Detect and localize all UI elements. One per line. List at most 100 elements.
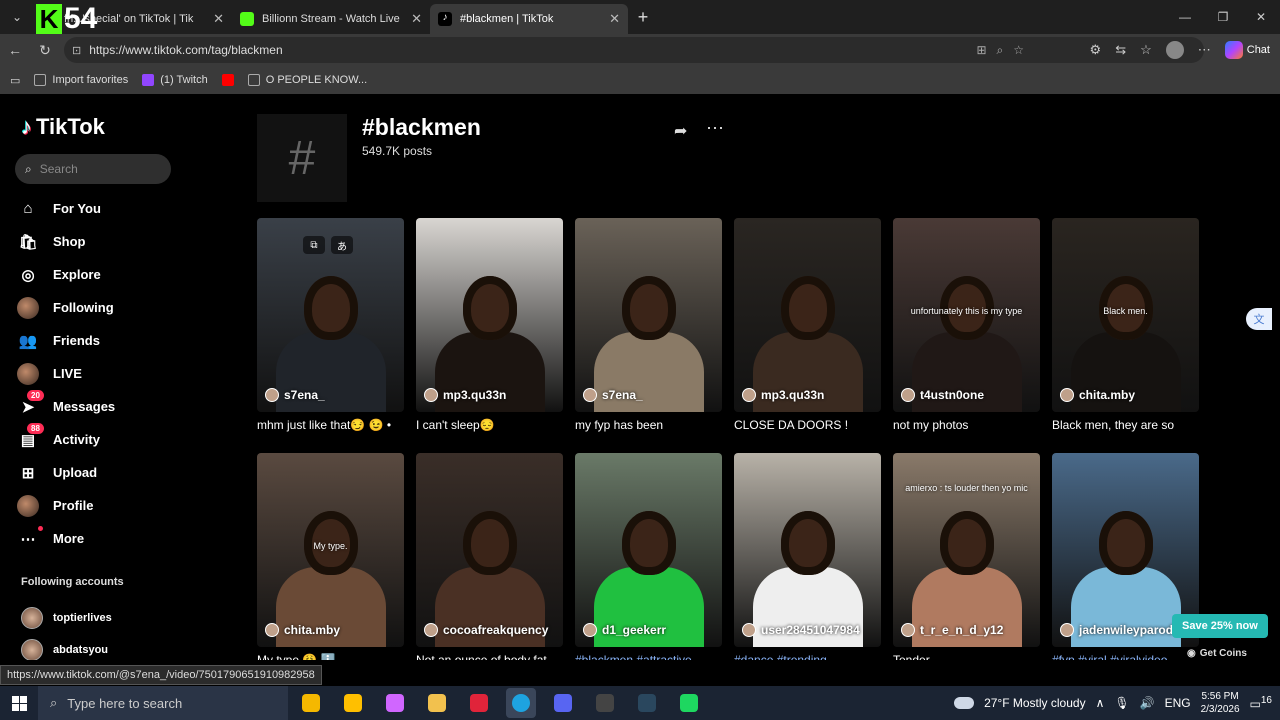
video-caption[interactable]: Black men, they are so <box>1052 418 1199 432</box>
weather-text[interactable]: 27°F Mostly cloudy <box>984 696 1086 710</box>
video-thumbnail[interactable]: ⧉ あ s7ena_ <box>257 218 404 412</box>
discord-app-icon[interactable] <box>548 688 578 718</box>
video-caption[interactable]: mhm just like that😏 😉 • <box>257 418 404 432</box>
video-thumbnail[interactable]: mp3.qu33n <box>416 218 563 412</box>
store-app-icon[interactable] <box>338 688 368 718</box>
sidebar-item-live[interactable]: LIVE <box>17 357 237 390</box>
video-card[interactable]: ⧉ あ s7ena_mhm just like that😏 😉 • <box>257 218 404 453</box>
minimize-icon[interactable]: — <box>1166 0 1204 34</box>
new-tab-button[interactable]: + <box>628 7 658 28</box>
explorer-app-icon[interactable] <box>422 688 452 718</box>
video-author[interactable]: t4ustn0one <box>901 388 984 402</box>
video-card[interactable]: mp3.qu33n CLOSE DA DOORS ! <box>734 218 881 453</box>
video-caption[interactable]: I can't sleep😔 <box>416 418 563 432</box>
sidebar-item-messages[interactable]: ➤ 20 Messages <box>17 389 237 423</box>
video-thumbnail[interactable]: cocoafreakquency <box>416 453 563 647</box>
favorites-icon[interactable]: ☆ <box>1140 42 1152 58</box>
profile-avatar[interactable] <box>1165 41 1184 59</box>
video-author[interactable]: mp3.qu33n <box>742 388 824 402</box>
video-caption[interactable]: #dance #trending <box>734 653 881 660</box>
translate-icon[interactable]: あ <box>331 236 353 254</box>
video-caption[interactable]: Not an ounce of body fat <box>416 653 563 660</box>
mic-icon[interactable]: 🎙 <box>1114 696 1129 710</box>
following-account[interactable]: toptierlives <box>21 602 112 634</box>
video-thumbnail[interactable]: Black men. chita.mby <box>1052 218 1199 412</box>
tiktok-logo[interactable]: ♪ TikTok <box>21 114 105 140</box>
url-field[interactable]: ⊡ https://www.tiktok.com/tag/blackmen ⊞ … <box>64 37 1204 63</box>
video-author[interactable]: jadenwileyparod <box>1060 623 1173 637</box>
sidebar-item-explore[interactable]: ◎ Explore <box>17 258 237 291</box>
video-caption[interactable]: Tender. <box>893 653 1040 660</box>
favorite-youtube[interactable] <box>221 74 234 86</box>
zoom-icon[interactable]: ⌕ <box>997 43 1004 58</box>
video-card[interactable]: cocoafreakquency Not an ounce of body fat <box>416 453 563 660</box>
video-author[interactable]: user28451047984 <box>742 623 860 637</box>
video-caption[interactable]: #blackmen #attractive <box>575 653 722 660</box>
browser-tab-3[interactable]: ♪ #blackmen | TikTok ✕ <box>430 4 628 34</box>
following-account[interactable]: abdatsyou <box>21 634 112 660</box>
save-25-button[interactable]: Save 25% now <box>1172 614 1268 638</box>
close-icon[interactable]: ✕ <box>609 11 620 27</box>
video-author[interactable]: t_r_e_n_d_y12 <box>901 623 1003 637</box>
maximize-icon[interactable]: ❐ <box>1204 0 1242 34</box>
video-card[interactable]: mp3.qu33n I can't sleep😔 <box>416 218 563 453</box>
language-indicator[interactable]: ENG <box>1165 696 1191 710</box>
video-thumbnail[interactable]: mp3.qu33n <box>734 218 881 412</box>
taskbar-search-input[interactable]: ⌕ Type here to search <box>38 686 288 720</box>
sidebar-item-following[interactable]: Following <box>17 291 237 324</box>
video-author[interactable]: d1_geekerr <box>583 623 666 637</box>
close-icon[interactable]: ✕ <box>411 11 422 27</box>
video-thumbnail[interactable]: My type. chita.mby <box>257 453 404 647</box>
video-card[interactable]: amierxo : ts louder then yo mic t_r_e_n_d… <box>893 453 1040 660</box>
color-app-icon[interactable] <box>380 688 410 718</box>
favorite-import[interactable]: Import favorites <box>34 74 128 86</box>
video-thumbnail[interactable]: d1_geekerr <box>575 453 722 647</box>
video-caption[interactable]: my fyp has been <box>575 418 722 432</box>
video-author[interactable]: mp3.qu33n <box>424 388 506 402</box>
video-card[interactable]: Black men. chita.mby Black men, they are s… <box>1052 218 1199 453</box>
clock[interactable]: 5:56 PM 2/3/2026 <box>1201 690 1240 716</box>
sidebar-item-more[interactable]: ⋯ More <box>17 522 237 555</box>
browser-tab-2[interactable]: Billionn Stream - Watch Live on Ki ✕ <box>232 4 430 34</box>
search-input[interactable]: ⌕ Search <box>15 154 171 184</box>
video-card[interactable]: unfortunately this is my type t4ustn0one n… <box>893 218 1040 453</box>
picture-in-picture-icon[interactable]: ⧉ <box>303 236 325 254</box>
edge-app-icon[interactable] <box>506 688 536 718</box>
video-card[interactable]: d1_geekerr #blackmen #attractive <box>575 453 722 660</box>
extensions-icon[interactable]: ⚙ <box>1090 42 1102 58</box>
notification-icon[interactable]: ▭16 <box>1250 695 1272 711</box>
video-author[interactable]: s7ena_ <box>583 388 643 402</box>
copilot-app-icon[interactable] <box>296 688 326 718</box>
video-card[interactable]: user28451047984 #dance #trending <box>734 453 881 660</box>
video-caption[interactable]: not my photos <box>893 418 1040 432</box>
sidebar-item-activity[interactable]: ▤ 88 Activity <box>17 422 237 456</box>
windows-start-icon[interactable] <box>0 686 38 720</box>
video-thumbnail[interactable]: unfortunately this is my type t4ustn0one <box>893 218 1040 412</box>
sidebar-toggle-icon[interactable]: ▭ <box>10 74 20 87</box>
favorite-twitch[interactable]: (1) Twitch <box>142 74 208 86</box>
video-author[interactable]: s7ena_ <box>265 388 325 402</box>
video-author[interactable]: cocoafreakquency <box>424 623 548 637</box>
video-card[interactable]: s7ena_my fyp has been <box>575 218 722 453</box>
video-card[interactable]: My type. chita.mby My type 😩 ℹ️ <box>257 453 404 660</box>
video-thumbnail[interactable]: amierxo : ts louder then yo mic t_r_e_n_d… <box>893 453 1040 647</box>
video-author[interactable]: chita.mby <box>265 623 340 637</box>
get-coins-button[interactable]: ◉ Get Coins <box>1187 648 1247 659</box>
close-window-icon[interactable]: ✕ <box>1242 0 1280 34</box>
split-screen-icon[interactable]: ⇆ <box>1115 42 1126 58</box>
sidebar-item-profile[interactable]: Profile <box>17 489 237 522</box>
copilot-chat-button[interactable]: Chat <box>1224 41 1270 59</box>
share-icon[interactable]: ➦ <box>674 121 687 141</box>
volume-icon[interactable]: 🔊 <box>1140 696 1155 710</box>
video-thumbnail[interactable]: user28451047984 <box>734 453 881 647</box>
video-caption[interactable]: #fyp #viral #viralvideo <box>1052 653 1199 660</box>
refresh-icon[interactable]: ↻ <box>30 42 60 59</box>
video-caption[interactable]: My type 😩 ℹ️ <box>257 653 404 660</box>
favorite-folder[interactable]: O PEOPLE KNOW... <box>247 74 367 86</box>
spotify-app-icon[interactable] <box>674 688 704 718</box>
more-options-icon[interactable]: ⋯ <box>706 118 724 139</box>
close-icon[interactable]: ✕ <box>213 11 224 27</box>
settings-more-icon[interactable]: ⋯ <box>1198 42 1211 58</box>
video-thumbnail[interactable]: s7ena_ <box>575 218 722 412</box>
chevron-up-icon[interactable]: ∧ <box>1096 696 1105 710</box>
